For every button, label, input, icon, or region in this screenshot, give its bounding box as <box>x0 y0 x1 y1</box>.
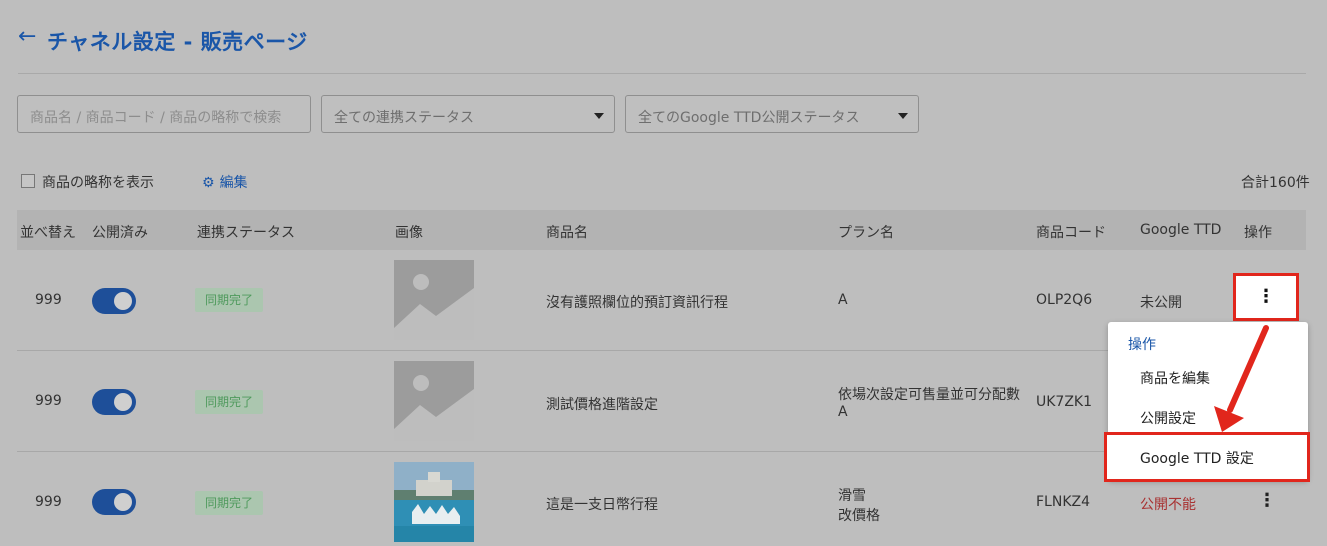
show-short-name-checkbox[interactable] <box>21 174 35 188</box>
row1-published-toggle[interactable] <box>92 288 136 314</box>
header-divider <box>18 73 1306 74</box>
col-product-code: 商品コード <box>1036 225 1106 241</box>
col-published: 公開済み <box>92 225 148 241</box>
toggle-knob <box>114 393 132 411</box>
total-count: 合計160件 <box>1241 175 1310 191</box>
image-placeholder-icon <box>394 361 474 441</box>
image-placeholder-icon <box>394 260 474 340</box>
row2-published-toggle[interactable] <box>92 389 136 415</box>
menu-item-google-ttd-settings-label: Google TTD 設定 <box>1140 451 1254 467</box>
sync-status-select[interactable]: 全ての連携ステータス <box>321 95 615 133</box>
row1-image-placeholder <box>394 260 474 340</box>
search-placeholder: 商品名 / 商品コード / 商品の略称で検索 <box>30 110 282 126</box>
show-short-name-label: 商品の略称を表示 <box>42 175 154 191</box>
row2-sort: 999 <box>35 393 62 409</box>
ttd-status-select[interactable]: 全てのGoogle TTD公開ステータス <box>625 95 919 133</box>
row3-product-photo <box>394 462 474 542</box>
col-sort[interactable]: 並べ替え <box>20 222 76 242</box>
actions-menu-heading: 操作 <box>1128 337 1156 353</box>
more-vert-icon: ⋮ <box>1257 286 1275 307</box>
search-input[interactable]: 商品名 / 商品コード / 商品の略称で検索 <box>17 95 311 133</box>
sync-status-select-value: 全ての連携ステータス <box>334 110 474 126</box>
annotation-arrow-icon <box>1214 325 1269 432</box>
row3-plan-name-line2: 改價格 <box>838 508 880 524</box>
row1-google-ttd-status: 未公開 <box>1140 295 1182 311</box>
col-product-name: 商品名 <box>546 225 588 241</box>
edit-link[interactable]: ⚙ 編集 <box>202 172 248 192</box>
row1-product-name: 沒有護照欄位的預訂資訊行程 <box>546 295 728 311</box>
col-image: 画像 <box>395 225 423 241</box>
caret-down-icon <box>898 113 908 119</box>
row3-plan-name-line1: 滑雪 <box>838 488 866 504</box>
col-plan-name: プラン名 <box>838 225 894 241</box>
fountain-photo-image <box>394 462 474 542</box>
toggle-knob <box>114 292 132 310</box>
edit-label: 編集 <box>219 175 248 191</box>
row3-product-name: 這是一支日幣行程 <box>546 497 658 513</box>
row3-google-ttd-status: 公開不能 <box>1140 497 1196 513</box>
caret-down-icon <box>594 113 604 119</box>
row2-product-name: 測試價格進階設定 <box>546 397 658 413</box>
row1-actions-button[interactable]: ⋮ <box>1233 273 1299 321</box>
toggle-knob <box>114 493 132 511</box>
page-title: チャネル設定 - 販売ページ <box>47 30 308 54</box>
row2-plan-name-line2: A <box>838 404 848 420</box>
menu-item-google-ttd-settings[interactable]: Google TTD 設定 <box>1104 432 1310 482</box>
row3-product-code: FLNKZ4 <box>1036 494 1091 510</box>
page: ← チャネル設定 - 販売ページ 商品名 / 商品コード / 商品の略称で検索 … <box>0 0 1327 546</box>
menu-item-publish-settings[interactable]: 公開設定 <box>1140 408 1196 428</box>
row2-sync-badge: 同期完了 <box>195 390 264 414</box>
row1-sync-badge: 同期完了 <box>195 288 264 312</box>
row2-image-placeholder <box>394 361 474 441</box>
ttd-status-select-value: 全てのGoogle TTD公開ステータス <box>638 110 860 126</box>
gear-icon: ⚙ <box>202 175 215 191</box>
row1-plan-name: A <box>838 292 848 308</box>
col-google-ttd: Google TTD <box>1140 222 1222 238</box>
row3-more-vert-icon[interactable]: ⋮ <box>1258 492 1276 510</box>
row2-product-code: UK7ZK1 <box>1036 394 1093 410</box>
back-arrow-icon[interactable]: ← <box>18 24 36 49</box>
row1-sort: 999 <box>35 292 62 308</box>
col-sync-status: 連携ステータス <box>197 225 295 241</box>
row1-product-code: OLP2Q6 <box>1036 292 1093 308</box>
col-actions: 操作 <box>1244 225 1272 241</box>
row3-sync-badge: 同期完了 <box>195 491 264 515</box>
row3-sort: 999 <box>35 494 62 510</box>
row2-plan-name-line1: 依場次設定可售量並可分配數 <box>838 387 1020 403</box>
row3-published-toggle[interactable] <box>92 489 136 515</box>
